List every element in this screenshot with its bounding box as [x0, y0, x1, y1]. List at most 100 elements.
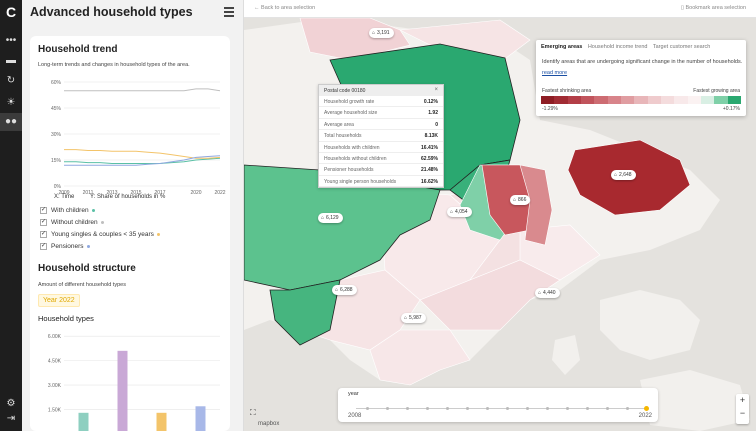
y-tick-label: 6.00K — [48, 334, 62, 340]
insights-card: Emerging areas Household income trend Ta… — [536, 40, 746, 116]
y-tick-label: 60% — [51, 80, 62, 86]
map-pin[interactable]: ⌂ 6,129 — [318, 213, 343, 223]
tab-emerging-areas[interactable]: Emerging areas — [541, 44, 582, 50]
timeline-dot[interactable] — [426, 407, 429, 410]
menu-icon[interactable] — [224, 7, 234, 17]
structure-title: Household structure — [38, 263, 136, 274]
year-timeline[interactable]: year 2008 2022 — [338, 388, 658, 422]
y-axis-label: Y: Share of households in % — [90, 194, 166, 200]
timeline-dot[interactable] — [406, 407, 409, 410]
popup-row: Households without children 62.59% — [319, 153, 443, 165]
refresh-icon[interactable]: ↻ — [0, 72, 22, 90]
timeline-track[interactable] — [356, 408, 646, 409]
series-line — [64, 88, 221, 92]
map-topbar: ← Back to area selection ▯ Bookmark area… — [244, 0, 756, 18]
popup-row: Average area 0 — [319, 119, 443, 131]
map-pin[interactable]: ⌂ 2,648 — [611, 170, 636, 180]
legend-young-singles[interactable]: ✓ Young singles & couples < 35 years — [40, 231, 160, 238]
timeline-start: 2008 — [348, 413, 362, 419]
timeline-dot[interactable] — [566, 407, 569, 410]
page-title: Advanced household types — [30, 5, 193, 19]
shrink-label: Fastest shrinking area — [542, 88, 592, 94]
timeline-dot[interactable] — [486, 407, 489, 410]
area-popup: Postal code 00180 × Household growth rat… — [318, 84, 444, 188]
checkbox-icon[interactable]: ✓ — [40, 219, 47, 226]
panel-card: Household trend Long-term trends and cha… — [30, 36, 230, 431]
insight-description: Identify areas that are undergoing signi… — [542, 59, 743, 65]
max-value: +0.17% — [722, 106, 740, 112]
timeline-dot[interactable] — [446, 407, 449, 410]
bookmark-button[interactable]: ▯ Bookmark area selection — [681, 5, 746, 11]
checkbox-icon[interactable]: ✓ — [40, 231, 47, 238]
timeline-dot[interactable] — [586, 407, 589, 410]
timeline-dot[interactable] — [526, 407, 529, 410]
read-more-link[interactable]: read more — [542, 70, 567, 76]
timeline-dot[interactable] — [366, 407, 369, 410]
year-badge[interactable]: Year 2022 — [38, 294, 80, 307]
map-pin[interactable]: ⌂ 4,440 — [535, 288, 560, 298]
zoom-out-button[interactable]: − — [736, 407, 749, 420]
timeline-dot[interactable] — [626, 407, 629, 410]
trend-title: Household trend — [38, 44, 118, 55]
timeline-dot[interactable] — [506, 407, 509, 410]
map-pin[interactable]: ⌂ 3,191 — [369, 28, 394, 38]
back-link[interactable]: ← Back to area selection — [254, 5, 315, 11]
timeline-dot[interactable] — [466, 407, 469, 410]
y-tick-label: 4.50K — [48, 359, 62, 365]
x-tick-label: 2020 — [190, 190, 201, 196]
map-pin[interactable]: ⌂ 4,054 — [447, 207, 472, 217]
timeline-end: 2022 — [638, 413, 652, 419]
series-dot — [86, 245, 90, 248]
tab-target-customer-search[interactable]: Target customer search — [653, 44, 710, 50]
checkbox-icon[interactable]: ✓ — [40, 243, 47, 250]
popup-row: Average household size 1.92 — [319, 107, 443, 119]
zoom-control: + − — [736, 394, 749, 424]
timeline-label: year — [348, 391, 359, 397]
y-tick-label: 1.50K — [48, 408, 62, 414]
series-dot — [91, 209, 95, 212]
app-logo[interactable]: C — [3, 4, 19, 20]
mapbox-attribution[interactable]: mapbox — [258, 421, 279, 427]
y-tick-label: 15% — [51, 158, 62, 164]
popup-row: Total households 8.13K — [319, 130, 443, 142]
timeline-handle[interactable] — [644, 406, 649, 411]
checkbox-icon[interactable]: ✓ — [40, 207, 47, 214]
legend-without-children[interactable]: ✓ Without children — [40, 219, 104, 226]
logout-icon[interactable]: ⇥ — [0, 410, 22, 428]
lightbulb-icon[interactable]: ☀ — [0, 94, 22, 112]
y-tick-label: 45% — [51, 106, 62, 112]
bar — [156, 412, 167, 431]
color-scale — [541, 96, 741, 104]
tab-household-income-trend[interactable]: Household income trend — [588, 44, 648, 50]
map-pin[interactable]: ⌂ 6,288 — [332, 285, 357, 295]
timeline-dot[interactable] — [546, 407, 549, 410]
popup-row: Households with children 16.41% — [319, 142, 443, 153]
y-tick-label: 30% — [51, 132, 62, 138]
map-pin[interactable]: ⌂ 5,987 — [401, 313, 426, 323]
icon-rail: C ••• ▬ ↻ ☀ ●● ⚙ ⇥ — [0, 0, 22, 431]
popup-header: Postal code 00180 × — [319, 85, 443, 96]
fullscreen-icon[interactable]: ⛶ — [250, 408, 261, 419]
bar-chart-title: Household types — [38, 314, 94, 323]
structure-subtitle: Amount of different household types — [38, 282, 126, 288]
legend-with-children[interactable]: ✓ With children — [40, 207, 95, 214]
household-types-chart: 1.50K 3.00K 4.50K 6.00K — [48, 334, 220, 431]
dots-icon[interactable]: ••• — [0, 32, 22, 50]
bar — [78, 412, 89, 431]
people-icon[interactable]: ●● — [0, 113, 22, 131]
side-panel: Advanced household types Household trend… — [22, 0, 263, 431]
x-tick-label: 2022 — [214, 190, 225, 196]
legend-pensioners[interactable]: ✓ Pensioners — [40, 243, 90, 250]
timeline-dot[interactable] — [606, 407, 609, 410]
timeline-dot[interactable] — [386, 407, 389, 410]
folder-icon[interactable]: ▬ — [0, 52, 22, 70]
series-dot — [156, 233, 160, 236]
grow-label: Fastest growing area — [693, 88, 740, 94]
bar — [195, 406, 206, 431]
series-dot — [100, 221, 104, 224]
y-tick-label: 3.00K — [48, 383, 62, 389]
close-icon[interactable]: × — [434, 87, 438, 93]
panel-header: Advanced household types — [22, 0, 244, 26]
zoom-in-button[interactable]: + — [736, 394, 749, 407]
map-pin[interactable]: ⌂ 866 — [510, 195, 531, 205]
